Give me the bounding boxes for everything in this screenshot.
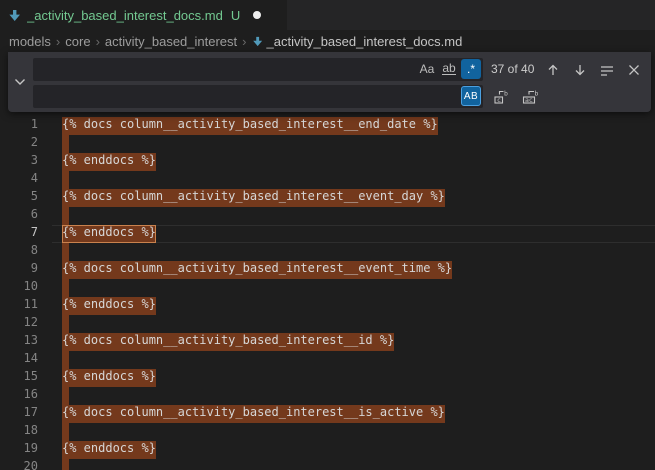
line-number: 6 [0,207,38,225]
editor-line[interactable] [62,135,69,153]
chevron-right-icon: › [242,34,246,49]
find-match: {% docs column__activity_based_interest_… [62,261,452,279]
find-match [62,423,69,441]
editor-line[interactable] [62,351,69,369]
editor-line[interactable]: {% docs column__activity_based_interest_… [62,405,445,423]
close-icon[interactable] [624,60,644,80]
line-number: 17 [0,405,38,423]
svg-text:c: c [497,96,501,104]
editor-line[interactable]: {% docs column__activity_based_interest_… [62,333,394,351]
replace-one-icon[interactable]: b c [491,87,511,107]
line-number: 10 [0,279,38,297]
find-match [62,459,69,470]
preserve-case-toggle[interactable]: AB [461,86,481,106]
find-match: {% enddocs %} [62,297,156,315]
find-match-current: {% enddocs %} [62,225,156,243]
line-number: 18 [0,423,38,441]
line-number: 3 [0,153,38,171]
breadcrumb-item-core[interactable]: core [65,34,90,49]
markdown-file-icon [252,36,263,47]
breadcrumb: models › core › activity_based_interest … [0,30,655,52]
find-match [62,207,69,225]
find-match [62,279,69,297]
next-match-button[interactable] [570,60,590,80]
find-match [62,315,69,333]
find-match [62,243,69,261]
line-number: 1 [0,117,38,135]
editor-line[interactable] [62,207,69,225]
line-number: 20 [0,459,38,470]
match-case-toggle[interactable]: Aa [417,59,437,79]
editor-line[interactable] [62,459,69,470]
line-number: 2 [0,135,38,153]
vscode-window: 1 {% docs column__activity_based_interest… [0,0,655,470]
svg-text:ac: ac [525,96,533,104]
editor-line[interactable]: {% enddocs %} [62,441,156,459]
editor-line[interactable]: {% docs column__activity_based_interest_… [62,261,452,279]
find-match [62,387,69,405]
editor-line[interactable] [62,243,69,261]
editor-line[interactable] [62,171,69,189]
find-match [62,135,69,153]
git-status-badge: U [231,8,240,23]
find-match: {% docs column__activity_based_interest_… [62,117,438,135]
replace-all-icon[interactable]: b ac [520,87,540,107]
editor-line[interactable] [62,387,69,405]
line-number: 14 [0,351,38,369]
line-number: 16 [0,387,38,405]
markdown-file-icon [8,9,21,22]
find-input[interactable]: (.*) Aa ab .* [33,58,483,81]
regex-toggle[interactable]: .* [461,59,481,79]
editor-line[interactable]: {% enddocs %} [62,225,156,243]
find-match: {% enddocs %} [62,441,156,459]
svg-text:b: b [504,89,508,97]
editor-line[interactable] [62,423,69,441]
find-match: {% docs column__activity_based_interest_… [62,405,445,423]
breadcrumb-item-folder[interactable]: activity_based_interest [105,34,237,49]
line-number: 5 [0,189,38,207]
line-number: 8 [0,243,38,261]
modified-dot-icon[interactable] [253,11,261,19]
find-match: {% enddocs %} [62,153,156,171]
match-count: 37 of 40 [491,58,534,81]
find-match [62,171,69,189]
svg-text:b: b [534,89,538,97]
line-number: 4 [0,171,38,189]
editor-line[interactable]: {% enddocs %} [62,297,156,315]
editor-line[interactable]: {% enddocs %} [62,153,156,171]
whole-word-toggle[interactable]: ab [439,59,459,79]
replace-input[interactable]: {% docs column__activity_based_interest_… [33,85,483,108]
line-number: 15 [0,369,38,387]
tab-filename: _activity_based_interest_docs.md [27,8,223,23]
line-number: 11 [0,297,38,315]
line-number: 13 [0,333,38,351]
find-match: {% enddocs %} [62,369,156,387]
find-match: {% docs column__activity_based_interest_… [62,189,445,207]
editor-line[interactable]: {% enddocs %} [62,369,156,387]
editor-line[interactable] [62,279,69,297]
find-match [62,351,69,369]
breadcrumb-item-file[interactable]: _activity_based_interest_docs.md [267,34,463,49]
editor-line[interactable] [62,315,69,333]
line-number: 9 [0,261,38,279]
editor-line[interactable]: {% docs column__activity_based_interest_… [62,117,438,135]
tab-bar: _activity_based_interest_docs.md U [0,0,655,30]
find-in-selection-icon[interactable] [597,60,617,80]
editor-line[interactable]: {% docs column__activity_based_interest_… [62,189,445,207]
chevron-right-icon: › [56,34,60,49]
line-number: 19 [0,441,38,459]
toggle-replace-chevron[interactable] [8,52,32,112]
line-number: 7 [0,225,38,243]
previous-match-button[interactable] [543,60,563,80]
tab-active-file[interactable]: _activity_based_interest_docs.md U [0,0,287,30]
find-match: {% docs column__activity_based_interest_… [62,333,394,351]
chevron-right-icon: › [96,34,100,49]
line-number: 12 [0,315,38,333]
breadcrumb-item-models[interactable]: models [9,34,51,49]
find-widget: (.*) Aa ab .* 37 of 40 {% docs column [8,52,651,112]
